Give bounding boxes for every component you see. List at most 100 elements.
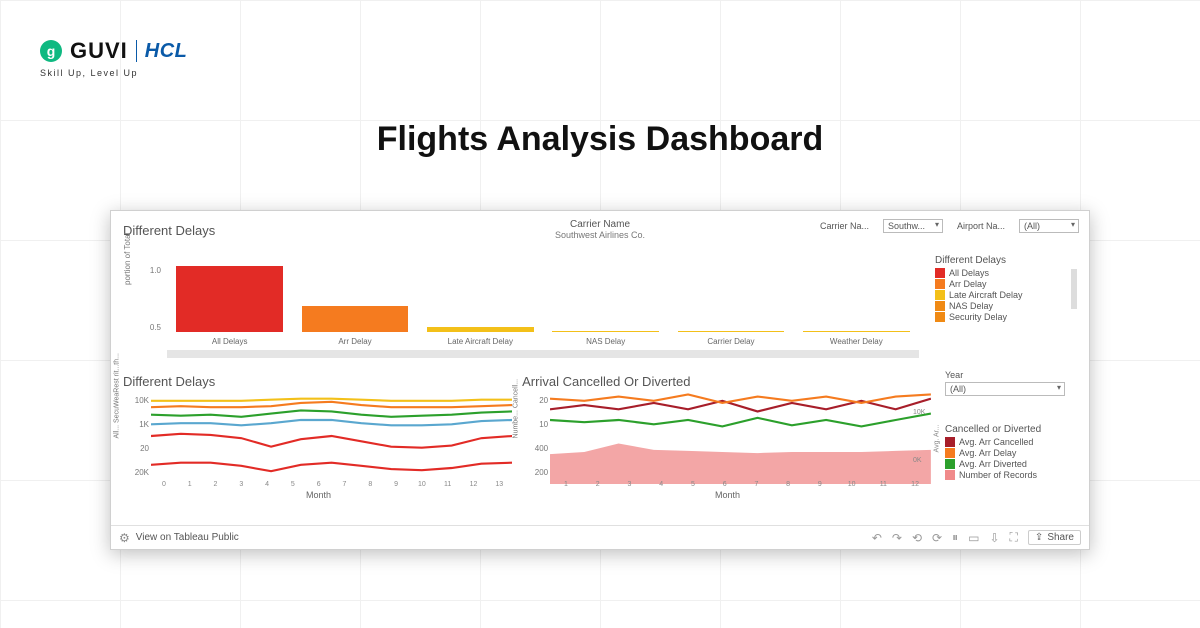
legend-item[interactable]: Avg. Arr Diverted bbox=[945, 459, 1079, 469]
legend-swatch bbox=[945, 459, 955, 469]
bar-category-label: NAS Delay bbox=[543, 337, 668, 346]
legend-item[interactable]: NAS Delay bbox=[935, 301, 1075, 311]
page-title: Flights Analysis Dashboard bbox=[0, 120, 1200, 159]
bottom-legend-title: Cancelled or Diverted bbox=[945, 424, 1079, 435]
bar[interactable] bbox=[176, 266, 283, 332]
legend-item[interactable]: Security Delay bbox=[935, 312, 1075, 322]
legend-item[interactable]: Number of Records bbox=[945, 470, 1079, 480]
carrier-filter-select[interactable]: Southw... bbox=[883, 219, 943, 233]
x-tick: 12 bbox=[461, 481, 487, 488]
legend-swatch bbox=[935, 312, 945, 322]
pause-icon[interactable]: ⏸ bbox=[952, 530, 958, 545]
x-tick: 12 bbox=[899, 481, 931, 488]
x-tick: 5 bbox=[280, 481, 306, 488]
legend-swatch bbox=[935, 301, 945, 311]
line-left-title: Different Delays bbox=[123, 374, 516, 389]
x-tick: 1 bbox=[177, 481, 203, 488]
line-chart-left-panel: Different Delays 10K 1K 20 20K All... Se… bbox=[121, 370, 516, 500]
line-chart-right[interactable] bbox=[550, 388, 931, 484]
device-preview-icon[interactable]: ▭ bbox=[968, 531, 979, 545]
bar-y-axis-label: portion of Total bbox=[123, 233, 132, 285]
bar-slot[interactable] bbox=[418, 266, 543, 332]
legend-label: NAS Delay bbox=[949, 301, 993, 311]
bar-chart-scrollbar[interactable] bbox=[167, 350, 919, 358]
year-filter-label: Year bbox=[945, 370, 1079, 380]
legend-item[interactable]: Avg. Arr Delay bbox=[945, 448, 1079, 458]
carrier-name-value: Southwest Airlines Co. bbox=[555, 230, 645, 240]
view-on-public-link[interactable]: View on Tableau Public bbox=[136, 532, 239, 543]
line-right-y-ticks: 20 10 400 200 bbox=[522, 388, 548, 484]
x-tick: 11 bbox=[435, 481, 461, 488]
bar-legend-title: Different Delays bbox=[935, 255, 1075, 266]
x-tick: 9 bbox=[804, 481, 836, 488]
bar-chart[interactable]: portion of Total 1.0 0.5 All DelaysArr D… bbox=[141, 266, 919, 344]
legend-label: Avg. Arr Cancelled bbox=[959, 437, 1033, 447]
brand-tagline: Skill Up, Level Up bbox=[40, 68, 187, 78]
brand-logo-block: g GUVI HCL Skill Up, Level Up bbox=[40, 38, 187, 78]
x-tick: 2 bbox=[582, 481, 614, 488]
x-tick: 8 bbox=[357, 481, 383, 488]
bar[interactable] bbox=[552, 331, 659, 332]
bar[interactable] bbox=[803, 331, 910, 332]
year-filter-select[interactable]: (All) bbox=[945, 382, 1065, 396]
line-chart-right-panel: Arrival Cancelled Or Diverted 20 10 400 … bbox=[520, 370, 935, 500]
legend-label: All Delays bbox=[949, 268, 989, 278]
bar-y-ticks: 1.0 0.5 bbox=[137, 266, 161, 332]
line-left-y-label: All... SecuWeaRest rit...th... bbox=[114, 353, 121, 438]
x-tick: 10 bbox=[409, 481, 435, 488]
share-button[interactable]: ⇪ Share bbox=[1028, 530, 1081, 545]
legend-swatch bbox=[945, 437, 955, 447]
gear-icon[interactable]: ⚙ bbox=[119, 531, 130, 545]
legend-item[interactable]: Late Aircraft Delay bbox=[935, 290, 1075, 300]
carrier-filter-label: Carrier Na... bbox=[820, 221, 869, 231]
x-tick: 9 bbox=[383, 481, 409, 488]
bar-slot[interactable] bbox=[668, 266, 793, 332]
x-tick: 6 bbox=[709, 481, 741, 488]
legend-item[interactable]: Arr Delay bbox=[935, 279, 1075, 289]
line-left-y-ticks: 10K 1K 20 20K bbox=[123, 388, 149, 484]
legend-label: Security Delay bbox=[949, 312, 1007, 322]
bar-category-label: Arr Delay bbox=[292, 337, 417, 346]
x-tick: 2 bbox=[203, 481, 229, 488]
bar[interactable] bbox=[302, 306, 409, 332]
airport-filter-select[interactable]: (All) bbox=[1019, 219, 1079, 233]
bar[interactable] bbox=[678, 331, 785, 332]
redo-icon[interactable]: ↷ bbox=[892, 531, 902, 545]
x-tick: 4 bbox=[645, 481, 677, 488]
carrier-name-header: Carrier Name Southwest Airlines Co. bbox=[555, 219, 645, 240]
right-controls-panel: Year (All) Cancelled or Diverted Avg. Ar… bbox=[939, 370, 1079, 500]
x-tick: 6 bbox=[306, 481, 332, 488]
bar-category-label: Carrier Delay bbox=[668, 337, 793, 346]
brand-divider bbox=[136, 40, 137, 62]
fullscreen-icon[interactable]: ⛶ bbox=[1010, 530, 1018, 545]
bar-legend-scrollbar[interactable] bbox=[1071, 269, 1077, 309]
refresh-icon[interactable]: ⟳ bbox=[932, 531, 942, 545]
download-icon[interactable]: ⇩ bbox=[989, 531, 999, 545]
x-tick: 7 bbox=[332, 481, 358, 488]
bar-category-label: Weather Delay bbox=[794, 337, 919, 346]
legend-swatch bbox=[945, 448, 955, 458]
x-tick: 13 bbox=[486, 481, 512, 488]
bar-slot[interactable] bbox=[543, 266, 668, 332]
x-tick: 3 bbox=[228, 481, 254, 488]
legend-swatch bbox=[945, 470, 955, 480]
revert-icon[interactable]: ⟲ bbox=[912, 531, 922, 545]
legend-label: Arr Delay bbox=[949, 279, 987, 289]
bar-slot[interactable] bbox=[167, 266, 292, 332]
line-right-y2-label: Avg. Ar... bbox=[934, 425, 941, 453]
tableau-dashboard: Different Delays Carrier Name Southwest … bbox=[110, 210, 1090, 550]
bar-category-label: All Delays bbox=[167, 337, 292, 346]
legend-item[interactable]: All Delays bbox=[935, 268, 1075, 278]
legend-swatch bbox=[935, 290, 945, 300]
line-chart-left[interactable] bbox=[151, 388, 512, 484]
bar-slot[interactable] bbox=[292, 266, 417, 332]
airport-filter-label: Airport Na... bbox=[957, 221, 1005, 231]
undo-icon[interactable]: ↶ bbox=[872, 531, 882, 545]
bar-legend: Different Delays All DelaysArr DelayLate… bbox=[935, 255, 1075, 323]
carrier-name-label: Carrier Name bbox=[555, 219, 645, 230]
line-right-y-label: Numbe... Cancell... bbox=[513, 379, 520, 439]
bar-slot[interactable] bbox=[794, 266, 919, 332]
bar[interactable] bbox=[427, 327, 534, 332]
legend-item[interactable]: Avg. Arr Cancelled bbox=[945, 437, 1079, 447]
legend-swatch bbox=[935, 279, 945, 289]
